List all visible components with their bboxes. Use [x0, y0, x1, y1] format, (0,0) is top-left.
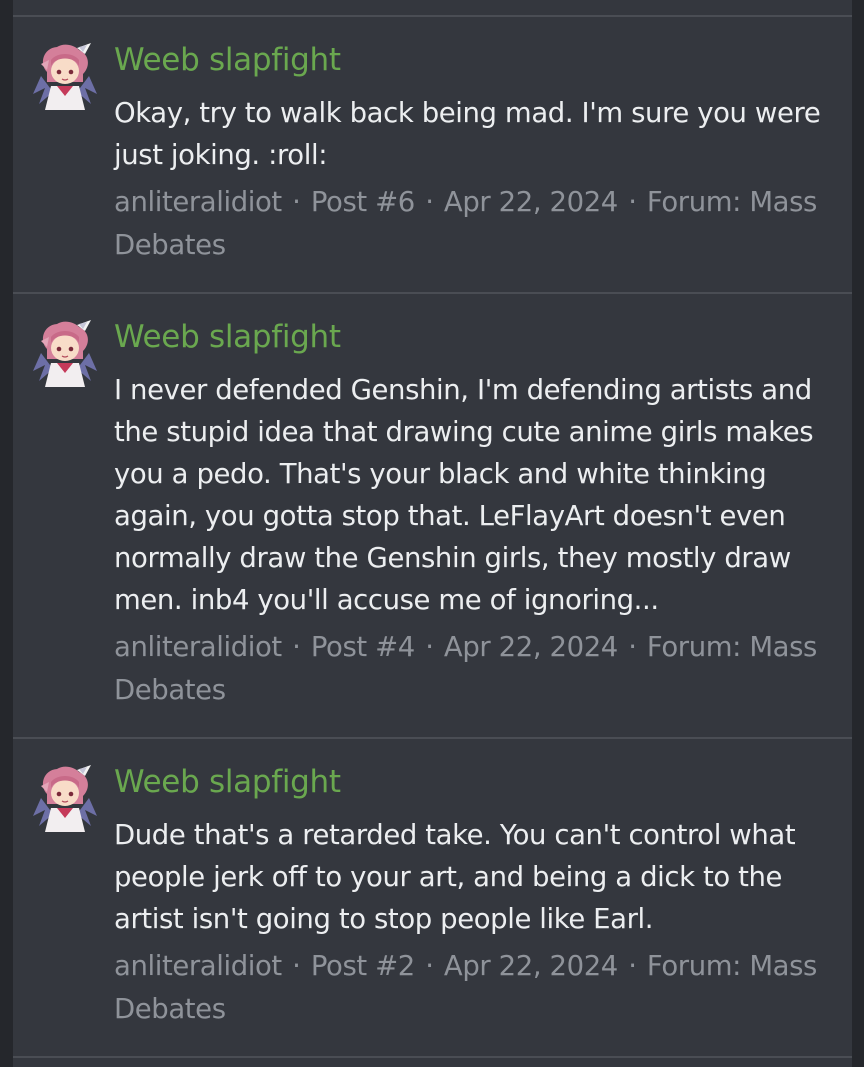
meta-separator: ·	[292, 631, 301, 663]
search-result[interactable]: Weeb slapfight I never defended Genshin,…	[13, 294, 852, 737]
author-link[interactable]: anliteralidiot	[114, 186, 282, 218]
thread-title-link[interactable]: Weeb slapfight	[114, 40, 844, 82]
post-date: Apr 22, 2024	[443, 631, 618, 663]
meta-separator: ·	[425, 631, 434, 663]
result-content: Weeb slapfight I never defended Genshin,…	[114, 317, 844, 712]
post-number-link[interactable]: Post #4	[311, 631, 415, 663]
search-result[interactable]: Weeb slapfight Okay, try to walk back be…	[13, 17, 852, 292]
meta-separator: ·	[425, 186, 434, 218]
anime-avatar-icon[interactable]	[31, 764, 99, 832]
meta-separator: ·	[292, 186, 301, 218]
author-link[interactable]: anliteralidiot	[114, 950, 282, 982]
result-content: Weeb slapfight Dude that's a retarded ta…	[114, 762, 844, 1031]
post-snippet[interactable]: Okay, try to walk back being mad. I'm su…	[114, 92, 844, 176]
result-content: Weeb slapfight Okay, try to walk back be…	[114, 40, 844, 267]
search-result[interactable]: Weeb slapfight Dude that's a retarded ta…	[13, 739, 852, 1056]
meta-separator: ·	[628, 186, 637, 218]
post-number-link[interactable]: Post #2	[311, 950, 415, 982]
post-meta: anliteralidiot · Post #6 · Apr 22, 2024 …	[114, 181, 844, 267]
meta-separator: ·	[292, 950, 301, 982]
post-date: Apr 22, 2024	[443, 950, 618, 982]
thread-title-link[interactable]: Weeb slapfight	[114, 762, 844, 804]
post-date: Apr 22, 2024	[443, 186, 618, 218]
author-link[interactable]: anliteralidiot	[114, 631, 282, 663]
meta-separator: ·	[628, 950, 637, 982]
post-meta: anliteralidiot · Post #4 · Apr 22, 2024 …	[114, 626, 844, 712]
post-meta: anliteralidiot · Post #2 · Apr 22, 2024 …	[114, 945, 844, 1031]
post-snippet[interactable]: I never defended Genshin, I'm defending …	[114, 369, 844, 621]
anime-avatar-icon[interactable]	[31, 42, 99, 110]
meta-separator: ·	[425, 950, 434, 982]
post-snippet[interactable]: Dude that's a retarded take. You can't c…	[114, 814, 844, 940]
thread-title-link[interactable]: Weeb slapfight	[114, 317, 844, 359]
divider	[13, 1056, 852, 1058]
anime-avatar-icon[interactable]	[31, 319, 99, 387]
post-number-link[interactable]: Post #6	[311, 186, 415, 218]
meta-separator: ·	[628, 631, 637, 663]
